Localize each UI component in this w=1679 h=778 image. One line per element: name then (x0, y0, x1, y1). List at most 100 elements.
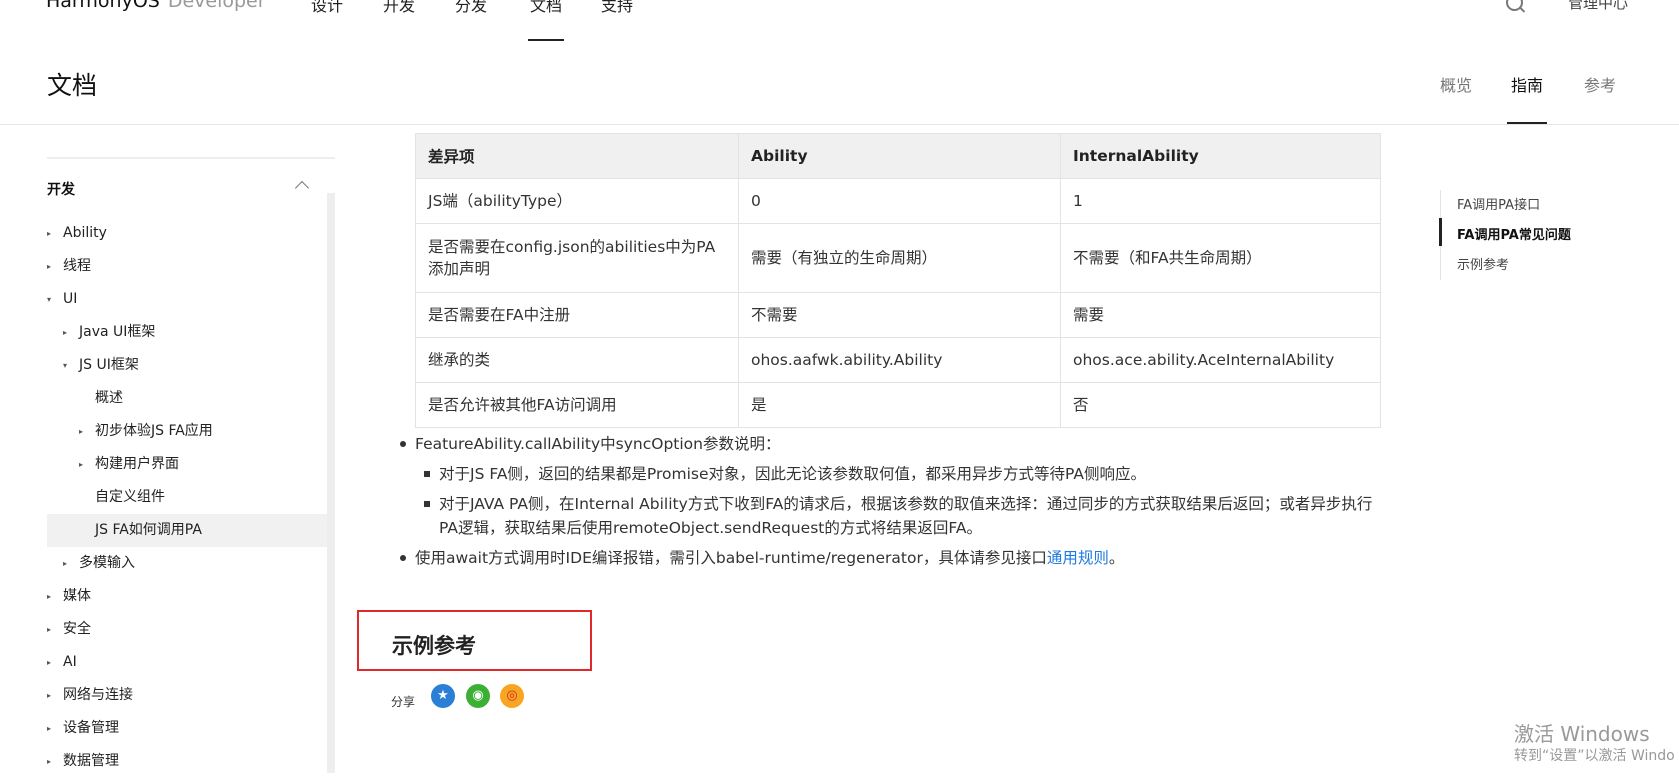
comparison-table: 差异项 Ability InternalAbility JS端（abilityT… (415, 133, 1381, 428)
table-row: 是否允许被其他FA访问调用 是 否 (415, 382, 1381, 428)
caret-right-icon: ▸ (47, 724, 52, 733)
sidebar-item-multimodal-input[interactable]: ▸ 多模输入 (47, 547, 327, 580)
toc-item-fa-call-pa-faq[interactable]: FA调用PA常见问题 (1457, 224, 1571, 243)
sidebar-item-label: JS FA如何调用PA (95, 522, 202, 538)
sidebar-item-label: UI (63, 291, 78, 307)
sidebar-scrollbar[interactable] (327, 193, 335, 773)
sidebar-item-label: 设备管理 (63, 720, 119, 736)
table-cell: 需要 (1060, 292, 1381, 338)
toc-item-fa-call-pa-api[interactable]: FA调用PA接口 (1457, 194, 1540, 213)
tab-guide[interactable]: 指南 (1506, 72, 1548, 124)
sidebar-item-network[interactable]: ▸ 网络与连接 (47, 679, 327, 712)
page-toc: FA调用PA接口 FA调用PA常见问题 示例参考 (1439, 190, 1641, 280)
notes-list: FeatureAbility.callAbility中syncOption参数说… (400, 432, 1380, 576)
sidebar-item-build-ui[interactable]: ▸ 构建用户界面 (47, 448, 327, 481)
table-header-row: 差异项 Ability InternalAbility (415, 133, 1381, 179)
general-rules-link[interactable]: 通用规则 (1047, 549, 1109, 567)
caret-right-icon: ▸ (47, 757, 52, 766)
sidebar-item-java-ui[interactable]: ▸ Java UI框架 (47, 316, 327, 349)
nav-support[interactable]: 支持 (601, 0, 633, 16)
table-row: 是否需要在FA中注册 不需要 需要 (415, 292, 1381, 338)
caret-down-icon: ▾ (63, 361, 68, 370)
activation-watermark-subtitle: 转到“设置”以激活 Windo (1514, 748, 1675, 764)
qzone-share-icon[interactable]: ★ (431, 684, 455, 708)
chevron-up-icon[interactable] (294, 180, 310, 196)
sidebar-item-label: Ability (63, 225, 107, 241)
weibo-share-icon[interactable]: ◎ (500, 684, 524, 708)
table-header: InternalAbility (1060, 133, 1381, 179)
example-section-title: 示例参考 (392, 634, 476, 658)
sidebar-item-overview[interactable]: 概述 (47, 382, 327, 415)
sidebar-item-label: Java UI框架 (79, 324, 156, 340)
caret-right-icon: ▸ (47, 625, 52, 634)
sidebar-item-js-ui[interactable]: ▾ JS UI框架 (47, 349, 327, 382)
table-cell: JS端（abilityType） (415, 178, 739, 224)
nav-develop[interactable]: 开发 (383, 0, 415, 16)
table-row: 是否需要在config.json的abilities中为PA添加声明 需要（有独… (415, 223, 1381, 293)
sidebar-item-label: 网络与连接 (63, 687, 133, 703)
toc-item-example[interactable]: 示例参考 (1457, 254, 1509, 273)
caret-right-icon: ▸ (79, 460, 84, 469)
sidebar-item-label: 数据管理 (63, 753, 119, 769)
table-cell: ohos.aafwk.ability.Ability (738, 337, 1061, 383)
sidebar-item-label: 线程 (63, 258, 91, 274)
table-header: Ability (738, 133, 1061, 179)
sidebar-item-data-management[interactable]: ▸ 数据管理 (47, 745, 327, 778)
table-cell: 1 (1060, 178, 1381, 224)
list-subitem: 对于JAVA PA侧，在Internal Ability方式下收到FA的请求后，… (400, 492, 1380, 540)
caret-right-icon: ▸ (63, 559, 68, 568)
toc-active-indicator (1439, 218, 1442, 246)
doc-header: 文档 概览 指南 参考 (0, 41, 1679, 125)
brand-sub: Developer (167, 0, 266, 12)
note-text-end: 。 (1108, 549, 1125, 567)
sidebar-item-security[interactable]: ▸ 安全 (47, 613, 327, 646)
nav-docs[interactable]: 文档 (527, 0, 565, 41)
activation-watermark-title: 激活 Windows (1514, 722, 1650, 746)
sidebar-item-device-management[interactable]: ▸ 设备管理 (47, 712, 327, 745)
table-header: 差异项 (415, 133, 739, 179)
table-cell: 否 (1060, 382, 1381, 428)
sidebar-item-ai[interactable]: ▸ AI (47, 646, 327, 679)
sidebar-item-first-js-fa[interactable]: ▸ 初步体验JS FA应用 (47, 415, 327, 448)
wechat-share-icon[interactable]: ◉ (466, 684, 490, 708)
brand-logo[interactable]: HarmonyOS Developer (46, 0, 266, 12)
sidebar-item-label: 安全 (63, 621, 91, 637)
share-label: 分享 (391, 695, 416, 709)
sidebar-item-js-fa-call-pa[interactable]: JS FA如何调用PA (47, 514, 327, 547)
caret-right-icon: ▸ (47, 691, 52, 700)
table-cell: 需要（有独立的生命周期） (738, 223, 1061, 293)
table-cell: 不需要 (738, 292, 1061, 338)
search-icon[interactable] (1506, 0, 1523, 11)
nav-distribute[interactable]: 分发 (455, 0, 487, 16)
table-row: JS端（abilityType） 0 1 (415, 178, 1381, 224)
sidebar-item-ui[interactable]: ▾ UI (47, 283, 327, 316)
tab-reference[interactable]: 参考 (1584, 72, 1616, 96)
sidebar-item-custom-component[interactable]: 自定义组件 (47, 481, 327, 514)
caret-down-icon: ▾ (47, 295, 52, 304)
caret-right-icon: ▸ (47, 658, 52, 667)
table-cell: 继承的类 (415, 337, 739, 383)
example-highlight-box: 示例参考 (357, 610, 592, 671)
page-title: 文档 (47, 71, 98, 100)
manage-center-link[interactable]: 管理中心 (1568, 0, 1628, 13)
sidebar-item-label: JS UI框架 (79, 357, 139, 373)
list-item: FeatureAbility.callAbility中syncOption参数说… (400, 432, 1380, 456)
sidebar-item-media[interactable]: ▸ 媒体 (47, 580, 327, 613)
list-item: 使用await方式调用时IDE编译报错，需引入babel-runtime/reg… (400, 546, 1380, 570)
caret-right-icon: ▸ (47, 592, 52, 601)
table-cell: ohos.ace.ability.AceInternalAbility (1060, 337, 1381, 383)
table-cell: 是否允许被其他FA访问调用 (415, 382, 739, 428)
nav-design[interactable]: 设计 (311, 0, 343, 16)
caret-right-icon: ▸ (79, 427, 84, 436)
sidebar: 开发 ▸ Ability ▸ 线程 ▾ UI ▸ Java UI框架 ▾ JS UI框架 … (47, 157, 335, 775)
sidebar-item-ability[interactable]: ▸ Ability (47, 217, 327, 250)
sidebar-item-label: 构建用户界面 (95, 456, 179, 472)
caret-right-icon: ▸ (47, 262, 52, 271)
table-row: 继承的类 ohos.aafwk.ability.Ability ohos.ace… (415, 337, 1381, 383)
tab-overview[interactable]: 概览 (1440, 72, 1472, 96)
note-text: 使用await方式调用时IDE编译报错，需引入babel-runtime/reg… (415, 549, 1047, 567)
caret-right-icon: ▸ (47, 229, 52, 238)
sidebar-item-thread[interactable]: ▸ 线程 (47, 250, 327, 283)
top-nav: HarmonyOS Developer 设计 开发 分发 文档 支持 管理中心 (0, 0, 1679, 42)
table-cell: 是否需要在config.json的abilities中为PA添加声明 (415, 223, 739, 293)
